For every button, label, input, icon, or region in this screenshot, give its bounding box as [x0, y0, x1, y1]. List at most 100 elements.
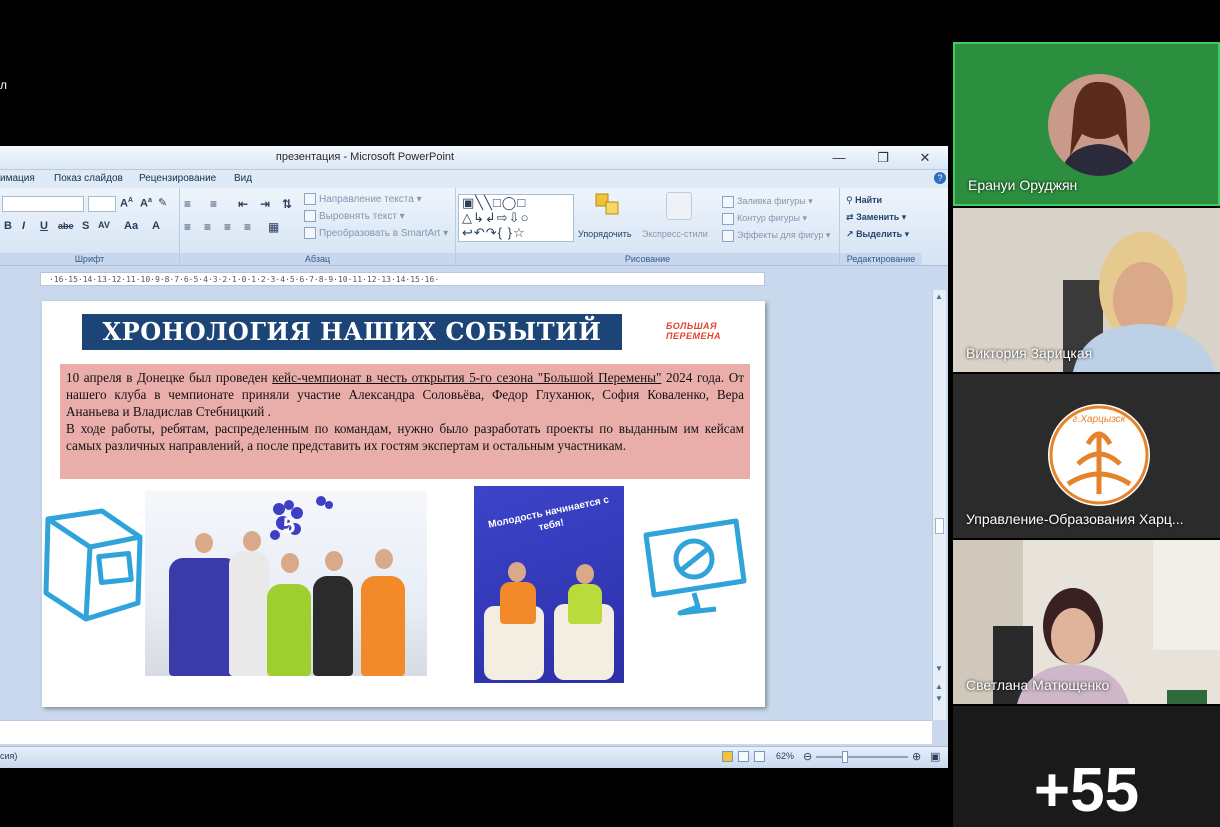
strikethrough-icon[interactable]: abe [58, 221, 74, 231]
help-icon[interactable]: ? [934, 172, 946, 184]
more-participants-button[interactable]: +55 [953, 706, 1220, 827]
smartart-button[interactable]: Преобразовать в SmartArt ▾ [304, 226, 448, 242]
align-text-icon [304, 210, 316, 223]
bullets-icon[interactable]: ≡ [184, 197, 191, 211]
team-photo: 5 [145, 491, 427, 676]
restore-button[interactable]: ❐ [872, 149, 894, 167]
student-1-head [195, 533, 213, 553]
student-3 [267, 584, 311, 676]
scroll-up-icon[interactable]: ▲ [935, 292, 943, 301]
shape-effects-button[interactable]: Эффекты для фигур ▾ [722, 227, 830, 243]
zoom-out-icon[interactable]: ⊖ [803, 750, 812, 763]
status-language: сия) [0, 751, 18, 761]
increase-indent-icon[interactable]: ⇥ [260, 197, 270, 211]
organization-logo-text: г.Харцызск [1072, 414, 1126, 425]
student-2 [229, 551, 269, 676]
participant-tile-2[interactable]: Виктория Зарицкая [953, 208, 1220, 372]
bolshaya-peremena-logo: БОЛЬШАЯ ПЕРЕМЕНА [666, 321, 721, 341]
close-button[interactable]: ✕ [914, 149, 936, 167]
participant-name: Управление-Образования Харц... [966, 511, 1184, 527]
ribbon: AA Aa ✎ B I U abe S AV Aa A Шрифт ≡ ≡ ⇤ … [0, 188, 948, 266]
shared-screen: презентация - Microsoft PowerPoint — ❐ ✕… [0, 146, 948, 768]
spacing-icon[interactable]: AV [98, 220, 110, 230]
organization-logo: г.Харцызск [1048, 404, 1150, 506]
powerpoint-titlebar: презентация - Microsoft PowerPoint — ❐ ✕ [0, 146, 948, 170]
fit-to-window-icon[interactable]: ▣ [930, 750, 940, 763]
cursor-icon: ↗ [846, 229, 854, 239]
window-title: презентация - Microsoft PowerPoint [275, 151, 455, 163]
quick-styles-button[interactable]: Экспресс-стили [642, 226, 708, 242]
vertical-scrollbar[interactable]: ▲ ▼ ▲ ▼ [932, 290, 946, 720]
participant-tile-1[interactable]: Ерануи Оруджян [953, 42, 1220, 206]
select-button[interactable]: ↗ Выделить ▾ [846, 226, 909, 242]
underline-icon[interactable]: U [40, 220, 48, 232]
arrange-button[interactable]: Упорядочить [578, 226, 632, 242]
shape-fill-button[interactable]: Заливка фигуры ▾ [722, 193, 813, 209]
monitor-icon [640, 515, 750, 625]
bold-icon[interactable]: B [4, 220, 12, 232]
shrink-font-icon[interactable]: Aa [140, 197, 152, 210]
tab-animation[interactable]: имация [0, 173, 35, 184]
girl-yellow-shirt [568, 584, 602, 624]
align-text-button[interactable]: Выровнять текст ▾ [304, 209, 405, 225]
columns-icon[interactable]: ▦ [268, 220, 279, 234]
scroll-down-icon[interactable]: ▼ [935, 664, 943, 673]
font-name-field[interactable] [2, 196, 84, 212]
justify-icon[interactable]: ≡ [244, 220, 251, 234]
grow-font-icon[interactable]: AA [120, 197, 133, 210]
participant-tile-3[interactable]: г.Харцызск Управление-Образования Харц..… [953, 374, 1220, 538]
minimize-button[interactable]: — [828, 149, 850, 167]
participant-tile-4[interactable]: Светлана Матющенко [953, 540, 1220, 704]
font-size-field[interactable] [88, 196, 116, 212]
student-3-head [281, 553, 299, 573]
para2: В ходе работы, ребятам, распределенным п… [66, 421, 744, 453]
slideshow-view-icon[interactable] [754, 751, 765, 762]
align-right-icon[interactable]: ≡ [224, 220, 231, 234]
find-button[interactable]: ⚲ Найти [846, 192, 882, 208]
normal-view-icon[interactable] [722, 751, 733, 762]
tab-review[interactable]: Рецензирование [139, 173, 216, 184]
align-left-icon[interactable]: ≡ [184, 220, 191, 234]
drawing-group-label: Рисование [456, 253, 839, 265]
italic-icon[interactable]: I [22, 220, 25, 232]
shapes-gallery[interactable]: ▣╲╲□◯□ △↳↲⇨⇩○ ↩↶↷{ }☆ [458, 194, 574, 242]
numbering-icon[interactable]: ≡ [210, 197, 217, 211]
girl-1-head [508, 562, 526, 582]
para1-prefix: 10 апреля в Донецке был проведен [66, 370, 273, 385]
tab-slideshow[interactable]: Показ слайдов [54, 173, 123, 184]
slide-sorter-icon[interactable] [738, 751, 749, 762]
text-direction-icon [304, 193, 316, 206]
smartart-icon [304, 227, 316, 240]
zoom-slider-knob[interactable] [842, 751, 848, 763]
student-2-head [243, 531, 261, 551]
tab-view[interactable]: Вид [234, 173, 252, 184]
clear-format-icon[interactable]: ✎ [158, 196, 167, 209]
align-center-icon[interactable]: ≡ [204, 220, 211, 234]
decrease-indent-icon[interactable]: ⇤ [238, 197, 248, 211]
next-slide-icon[interactable]: ▼ [935, 694, 943, 703]
pencil-icon [722, 212, 734, 225]
shape-outline-button[interactable]: Контур фигуры ▾ [722, 210, 807, 226]
line-spacing-icon[interactable]: ⇅ [282, 197, 292, 211]
shadow-icon[interactable]: S [82, 220, 89, 232]
replace-icon: ⇄ [846, 212, 854, 222]
zoom-slider[interactable] [816, 751, 908, 763]
slide-text-box[interactable]: 10 апреля в Донецке был проведен кейс-че… [60, 364, 750, 479]
student-4-head [325, 551, 343, 571]
left-edge-text: л [0, 78, 8, 92]
editing-group-label: Редактирование [840, 253, 922, 265]
slide-canvas[interactable]: ХРОНОЛОГИЯ НАШИХ СОБЫТИЙ БОЛЬШАЯ ПЕРЕМЕН… [42, 301, 765, 707]
girl-orange-shirt [500, 582, 536, 624]
text-direction-button[interactable]: Направление текста ▾ [304, 192, 422, 208]
girl-2-head [576, 564, 594, 584]
zoom-in-icon[interactable]: ⊕ [912, 750, 921, 763]
poster-slogan: Молодость начинается с тебя! [487, 494, 610, 534]
prev-slide-icon[interactable]: ▲ [935, 682, 943, 691]
notes-pane[interactable] [0, 720, 932, 744]
svg-text:5: 5 [283, 513, 295, 538]
participant-name: Ерануи Оруджян [968, 177, 1078, 193]
change-case-icon[interactable]: Aa [124, 220, 138, 232]
replace-button[interactable]: ⇄ Заменить ▾ [846, 209, 906, 225]
scroll-thumb[interactable] [935, 518, 944, 534]
font-color-icon[interactable]: A [152, 220, 160, 232]
